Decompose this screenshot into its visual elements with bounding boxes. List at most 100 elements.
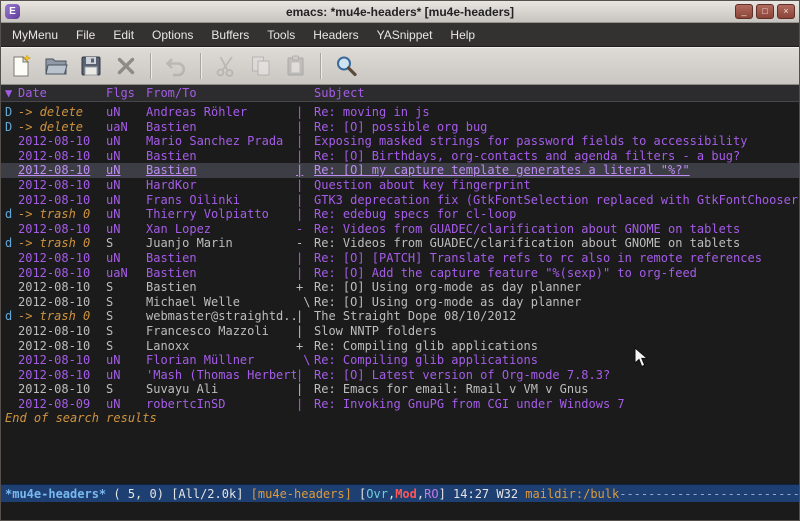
message-from: HardKor bbox=[146, 178, 296, 193]
message-sep: | bbox=[296, 207, 314, 222]
menu-edit[interactable]: Edit bbox=[104, 25, 143, 45]
emacs-window: E emacs: *mu4e-headers* [mu4e-headers] _… bbox=[0, 0, 800, 521]
close-button[interactable]: × bbox=[777, 4, 795, 19]
title-bar: E emacs: *mu4e-headers* [mu4e-headers] _… bbox=[1, 1, 799, 23]
save-icon[interactable] bbox=[76, 51, 106, 81]
message-row[interactable]: 2012-08-10SLanoxx+Re: Compiling glib app… bbox=[1, 339, 799, 354]
message-subject: Slow NNTP folders bbox=[314, 324, 799, 339]
menu-file[interactable]: File bbox=[67, 25, 104, 45]
message-row[interactable]: 2012-08-10uN'Mash (Thomas Herbert)|Re: [… bbox=[1, 368, 799, 383]
menu-options[interactable]: Options bbox=[143, 25, 202, 45]
message-row[interactable]: 2012-08-10uNHardKor|Question about key f… bbox=[1, 178, 799, 193]
menu-mymenu[interactable]: MyMenu bbox=[3, 25, 67, 45]
column-header-date[interactable]: Date bbox=[18, 86, 106, 100]
message-date: 2012-08-10 bbox=[18, 149, 106, 164]
message-row[interactable]: 2012-08-09uNrobertcInSD|Re: Invoking Gnu… bbox=[1, 397, 799, 412]
modeline-segment-plain: [ bbox=[359, 487, 366, 501]
message-flags: uaN bbox=[106, 120, 146, 135]
message-row[interactable]: d-> trash 0Swebmaster@straightd...|The S… bbox=[1, 309, 799, 324]
menu-yasnippet[interactable]: YASnippet bbox=[368, 25, 442, 45]
message-from: Juanjo Marin bbox=[146, 236, 296, 251]
message-flags: uN bbox=[106, 149, 146, 164]
message-prefix bbox=[5, 295, 18, 310]
message-date: 2012-08-10 bbox=[18, 280, 106, 295]
menu-buffers[interactable]: Buffers bbox=[202, 25, 258, 45]
message-prefix bbox=[5, 339, 18, 354]
message-from: robertcInSD bbox=[146, 397, 296, 412]
new-file-icon[interactable] bbox=[6, 51, 36, 81]
header-line: ▼ Date Flgs From/To Subject bbox=[1, 85, 799, 102]
minimize-button[interactable]: _ bbox=[735, 4, 753, 19]
message-date: 2012-08-10 bbox=[18, 193, 106, 208]
message-prefix bbox=[5, 368, 18, 383]
open-file-icon[interactable] bbox=[41, 51, 71, 81]
message-subject: Exposing masked strings for password fie… bbox=[314, 134, 799, 149]
message-flags: uN bbox=[106, 368, 146, 383]
message-sep: | bbox=[296, 163, 314, 178]
message-prefix bbox=[5, 324, 18, 339]
message-subject: Re: [O] Birthdays, org-contacts and agen… bbox=[314, 149, 799, 164]
cut-icon[interactable] bbox=[211, 51, 241, 81]
column-header-from[interactable]: From/To bbox=[146, 86, 296, 100]
message-sep: | bbox=[296, 134, 314, 149]
search-icon[interactable] bbox=[331, 51, 361, 81]
modeline-segment-plain: W32 bbox=[496, 487, 525, 501]
message-subject: Re: Videos from GUADEC/clarification abo… bbox=[314, 236, 799, 251]
modeline-segment-dashes: -------------------------------- bbox=[619, 487, 799, 501]
menu-bar: MyMenuFileEditOptionsBuffersToolsHeaders… bbox=[1, 23, 799, 47]
message-sep: | bbox=[296, 105, 314, 120]
message-row[interactable]: 2012-08-10SFrancesco Mazzoli|Slow NNTP f… bbox=[1, 324, 799, 339]
undo-icon[interactable] bbox=[161, 51, 191, 81]
message-row[interactable]: 2012-08-10uNFrans Oilinki|GTK3 deprecati… bbox=[1, 193, 799, 208]
modeline-segment-plain: ] bbox=[439, 487, 453, 501]
message-prefix bbox=[5, 382, 18, 397]
message-sep: + bbox=[296, 280, 314, 295]
message-from: Frans Oilinki bbox=[146, 193, 296, 208]
close-buffer-icon[interactable] bbox=[111, 51, 141, 81]
message-row[interactable]: 2012-08-10uNBastien|Re: [O] my capture t… bbox=[1, 163, 799, 178]
paste-icon[interactable] bbox=[281, 51, 311, 81]
message-date: 2012-08-10 bbox=[18, 339, 106, 354]
copy-icon[interactable] bbox=[246, 51, 276, 81]
message-sep: | bbox=[296, 266, 314, 281]
maximize-button[interactable]: □ bbox=[756, 4, 774, 19]
modeline-segment-plain: 14:27 bbox=[453, 487, 496, 501]
column-header-subject[interactable]: Subject bbox=[314, 86, 365, 100]
message-row[interactable]: d-> trash 0SJuanjo Marin-Re: Videos from… bbox=[1, 236, 799, 251]
message-flags: uN bbox=[106, 134, 146, 149]
message-row[interactable]: 2012-08-10uNFlorian Müllner \Re: Compili… bbox=[1, 353, 799, 368]
message-date: 2012-08-10 bbox=[18, 295, 106, 310]
message-row[interactable]: D-> deleteuNAndreas Röhler|Re: moving in… bbox=[1, 105, 799, 120]
menu-help[interactable]: Help bbox=[441, 25, 484, 45]
sort-direction-icon[interactable]: ▼ bbox=[5, 86, 18, 100]
toolbar bbox=[1, 47, 799, 85]
message-row[interactable]: 2012-08-10uNXan Lopez-Re: Videos from GU… bbox=[1, 222, 799, 237]
message-date: -> delete bbox=[18, 105, 106, 120]
message-sep: | bbox=[296, 324, 314, 339]
modeline-segment-cyan: Ovr bbox=[366, 487, 388, 501]
message-subject: Re: [O] [PATCH] Translate refs to rc als… bbox=[314, 251, 799, 266]
minibuffer[interactable] bbox=[1, 502, 799, 520]
menu-tools[interactable]: Tools bbox=[258, 25, 304, 45]
message-row[interactable]: 2012-08-10uaNBastien|Re: [O] Add the cap… bbox=[1, 266, 799, 281]
message-prefix: d bbox=[5, 236, 18, 251]
message-sep: - bbox=[296, 236, 314, 251]
message-flags: uN bbox=[106, 105, 146, 120]
message-row[interactable]: d-> trash 0uNThierry Volpiatto|Re: edebu… bbox=[1, 207, 799, 222]
message-row[interactable]: 2012-08-10uNBastien|Re: [O] [PATCH] Tran… bbox=[1, 251, 799, 266]
message-from: Francesco Mazzoli bbox=[146, 324, 296, 339]
column-header-flags[interactable]: Flgs bbox=[106, 86, 146, 100]
message-row[interactable]: 2012-08-10SBastien+Re: [O] Using org-mod… bbox=[1, 280, 799, 295]
menu-headers[interactable]: Headers bbox=[304, 25, 367, 45]
message-from: Bastien bbox=[146, 280, 296, 295]
message-row[interactable]: 2012-08-10uNBastien|Re: [O] Birthdays, o… bbox=[1, 149, 799, 164]
message-row[interactable]: 2012-08-10SSuvayu Ali|Re: Emacs for emai… bbox=[1, 382, 799, 397]
message-flags: uN bbox=[106, 178, 146, 193]
window-title: emacs: *mu4e-headers* [mu4e-headers] bbox=[1, 5, 799, 19]
message-row[interactable]: 2012-08-10uNMario Sanchez Prada|Exposing… bbox=[1, 134, 799, 149]
message-row[interactable]: D-> deleteuaNBastien|Re: [O] possible or… bbox=[1, 120, 799, 135]
message-prefix bbox=[5, 178, 18, 193]
message-row[interactable]: 2012-08-10SMichael Welle \Re: [O] Using … bbox=[1, 295, 799, 310]
modeline-segment-orange: [mu4e-headers] bbox=[251, 487, 359, 501]
message-prefix bbox=[5, 163, 18, 178]
